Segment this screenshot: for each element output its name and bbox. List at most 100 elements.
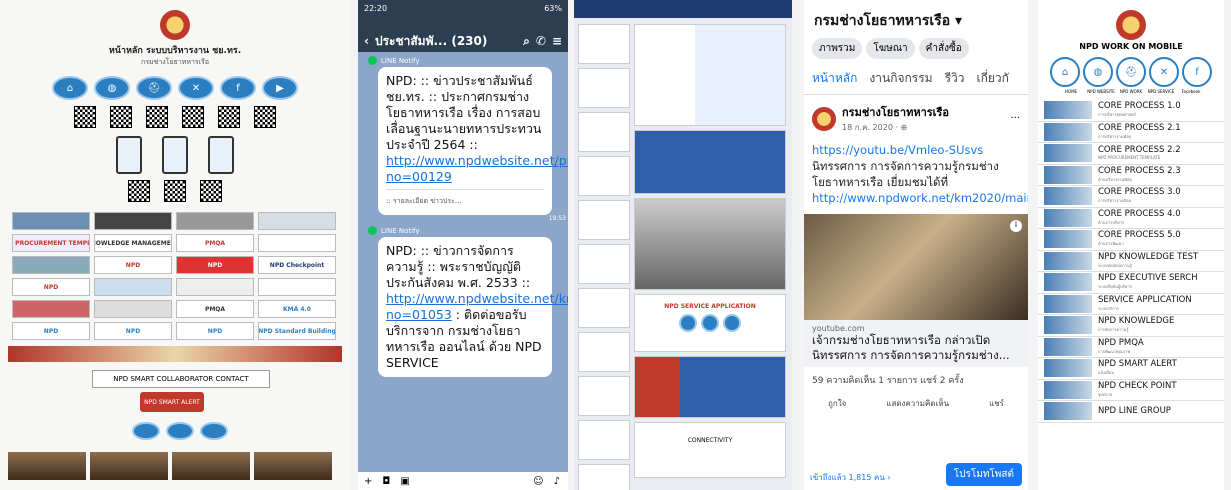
photo[interactable]: [254, 452, 332, 480]
link-card[interactable]: youtube.com เจ้ากรมช่างโยธาทหารเรือ กล่า…: [804, 320, 1028, 367]
banner-npd[interactable]: NPD: [94, 322, 172, 340]
chevron-down-icon[interactable]: ▾: [955, 13, 962, 29]
more-icon[interactable]: ···: [1010, 113, 1020, 124]
sidebar-block[interactable]: [578, 288, 630, 328]
banner-checkpoint[interactable]: NPD Checkpoint: [258, 256, 336, 274]
home-icon[interactable]: ⌂: [52, 76, 88, 100]
sidebar-block[interactable]: [578, 464, 630, 490]
back-icon[interactable]: ‹: [364, 34, 369, 48]
home-icon[interactable]: [679, 314, 697, 332]
sidebar-block[interactable]: [578, 420, 630, 460]
menu-icon[interactable]: ≡: [552, 34, 562, 48]
share-button[interactable]: แชร์: [989, 397, 1004, 410]
chip-overview[interactable]: ภาพรวม: [812, 38, 863, 59]
menu-item[interactable]: NPD KNOWLEDGE TEST ระบบทดสอบความรู้: [1038, 251, 1224, 272]
banner-image[interactable]: [258, 278, 336, 296]
video-thumbnail[interactable]: i: [804, 214, 1028, 320]
comment-button[interactable]: แสดงความคิดเห็น: [886, 397, 949, 410]
globe-icon[interactable]: ◍: [1083, 57, 1113, 87]
mic-icon[interactable]: ♪: [554, 476, 560, 487]
banner-procurement[interactable]: NPD PROCUREMENT TEMPLATE: [12, 234, 90, 252]
banner-pmqa[interactable]: PMQA: [176, 234, 254, 252]
play-icon[interactable]: ▶: [262, 76, 298, 100]
helmet-icon[interactable]: ⛑: [136, 76, 172, 100]
banner-image[interactable]: [12, 212, 90, 230]
smart-alert-button[interactable]: NPD SMART ALERT: [140, 392, 204, 412]
reaction-summary[interactable]: 59 ความคิดเห็น 1 รายการ แชร์ 2 ครั้ง: [804, 367, 1028, 393]
banner-image[interactable]: [94, 300, 172, 318]
post-link[interactable]: https://youtu.be/Vmleo-SUsvs: [812, 142, 1020, 158]
phone-icon[interactable]: [208, 136, 234, 174]
banner-kma[interactable]: KMA 4.0: [258, 300, 336, 318]
link-icon[interactable]: [200, 422, 228, 440]
emoji-icon[interactable]: ☺: [533, 476, 543, 487]
link-icon[interactable]: [132, 422, 160, 440]
banner-npd[interactable]: NPD: [176, 256, 254, 274]
sidebar-block[interactable]: [578, 112, 630, 152]
facebook-icon[interactable]: f: [220, 76, 256, 100]
banner-image[interactable]: [94, 212, 172, 230]
sidebar-block[interactable]: [578, 244, 630, 284]
menu-item[interactable]: CORE PROCESS 5.0 ด้านการพัฒนา: [1038, 229, 1224, 251]
banner-image[interactable]: [258, 234, 336, 252]
post-link[interactable]: http://www.npdwork.net/km2020/main_km202…: [812, 190, 1028, 206]
banner-npd[interactable]: NPD: [176, 322, 254, 340]
message-bubble[interactable]: NPD: :: ข่าวประชาสัมพันธ์ ชย.ทร. :: ประก…: [378, 67, 568, 215]
tools-icon[interactable]: ✕: [1149, 57, 1179, 87]
banner-npd[interactable]: NPD: [12, 278, 90, 296]
banner-image[interactable]: [258, 212, 336, 230]
page-avatar[interactable]: [812, 106, 836, 131]
service-photos[interactable]: [634, 356, 786, 418]
menu-item[interactable]: CORE PROCESS 2.3 ด้านบริหารงานพัสดุ: [1038, 165, 1224, 186]
menu-item[interactable]: CORE PROCESS 3.0 การบริหารงานซ่อม: [1038, 186, 1224, 208]
sidebar-block[interactable]: [578, 200, 630, 240]
plus-icon[interactable]: +: [364, 476, 372, 487]
menu-item[interactable]: NPD SMART ALERT แจ้งเตือน: [1038, 358, 1224, 380]
tab-about[interactable]: เกี่ยวกั: [976, 69, 1008, 88]
banner-image[interactable]: [94, 278, 172, 296]
banner-image[interactable]: [176, 278, 254, 296]
banner-image[interactable]: [12, 300, 90, 318]
sidebar-block[interactable]: [578, 24, 630, 64]
sidebar-block[interactable]: [578, 68, 630, 108]
sidebar-block[interactable]: [578, 376, 630, 416]
photo[interactable]: [8, 452, 86, 480]
banner-pmqa[interactable]: PMQA: [176, 300, 254, 318]
banner-standard-building[interactable]: NPD Standard Building: [258, 322, 336, 340]
phone-icon[interactable]: [116, 136, 142, 174]
menu-item[interactable]: CORE PROCESS 2.2 NPD PROCUREMENT TEMPLATE: [1038, 143, 1224, 165]
info-icon[interactable]: i: [1010, 220, 1022, 232]
message-link[interactable]: http://www.npdwebsite.net/proclaim/view_…: [386, 153, 568, 184]
banner-image[interactable]: [176, 212, 254, 230]
menu-item[interactable]: CORE PROCESS 4.0 ด้านการบริหาร: [1038, 208, 1224, 229]
camera-icon[interactable]: ◘: [382, 476, 390, 487]
tab-reviews[interactable]: รีวิว: [945, 69, 965, 88]
announcement-image[interactable]: [634, 24, 786, 126]
tools-icon[interactable]: ✕: [178, 76, 214, 100]
chip-ads[interactable]: โฆษณา: [866, 38, 915, 59]
phone-icon[interactable]: [162, 136, 188, 174]
promote-button[interactable]: โปรโมทโพสต์: [945, 463, 1022, 486]
announcement-banner[interactable]: [8, 346, 342, 362]
schedule-banner[interactable]: [634, 130, 786, 194]
message-bubble[interactable]: NPD: :: ข่าวการจัดการความรู้ :: พระราชบั…: [378, 237, 568, 377]
link-icon[interactable]: [166, 422, 194, 440]
facebook-icon[interactable]: f: [1182, 57, 1212, 87]
smart-contact-link[interactable]: NPD SMART COLLABORATOR CONTACT: [92, 370, 270, 388]
banner-image[interactable]: [12, 256, 90, 274]
service-icon[interactable]: [701, 314, 719, 332]
menu-item[interactable]: NPD KNOWLEDGE การจัดการความรู้: [1038, 315, 1224, 337]
photo[interactable]: [90, 452, 168, 480]
helmet-icon[interactable]: ⛑: [1116, 57, 1146, 87]
menu-item[interactable]: NPD PMQA การพัฒนาคุณภาพ: [1038, 337, 1224, 358]
menu-item[interactable]: CORE PROCESS 2.1 การบริหารงานพัสดุ: [1038, 122, 1224, 143]
message-preview[interactable]: :: รายละเอียด ข่าวประ...: [386, 189, 544, 209]
banner-knowledge[interactable]: KNOWLEDGE MANAGEMENT: [94, 234, 172, 252]
menu-item[interactable]: NPD EXECUTIVE SERCH ระบบสืบค้นผู้บริหาร: [1038, 272, 1224, 294]
menu-item[interactable]: CORE PROCESS 1.0 การบริหารยุทธศาสตร์: [1038, 100, 1224, 122]
tab-events[interactable]: งานกิจกรรม: [869, 69, 932, 88]
post-author[interactable]: กรมช่างโยธาทหารเรือ: [842, 103, 949, 121]
sidebar-block[interactable]: [578, 156, 630, 196]
banner-npd[interactable]: NPD: [94, 256, 172, 274]
like-button[interactable]: ถูกใจ: [828, 397, 846, 410]
